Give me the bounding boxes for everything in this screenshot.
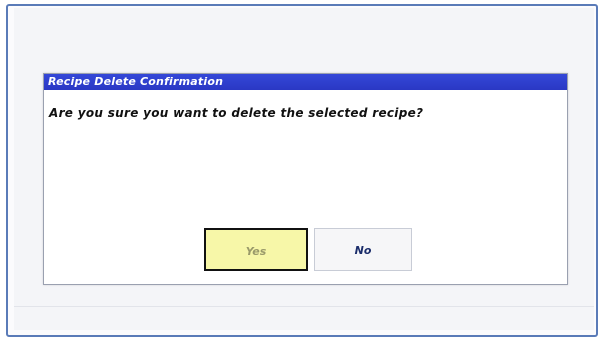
yes-button[interactable]: Yes	[204, 228, 308, 271]
dialog-message: Are you sure you want to delete the sele…	[49, 106, 424, 120]
screen-divider	[14, 306, 594, 307]
dialog-title: Recipe Delete Confirmation	[44, 74, 567, 90]
no-button[interactable]: No	[314, 228, 412, 271]
confirm-dialog: Recipe Delete Confirmation Are you sure …	[43, 73, 568, 285]
